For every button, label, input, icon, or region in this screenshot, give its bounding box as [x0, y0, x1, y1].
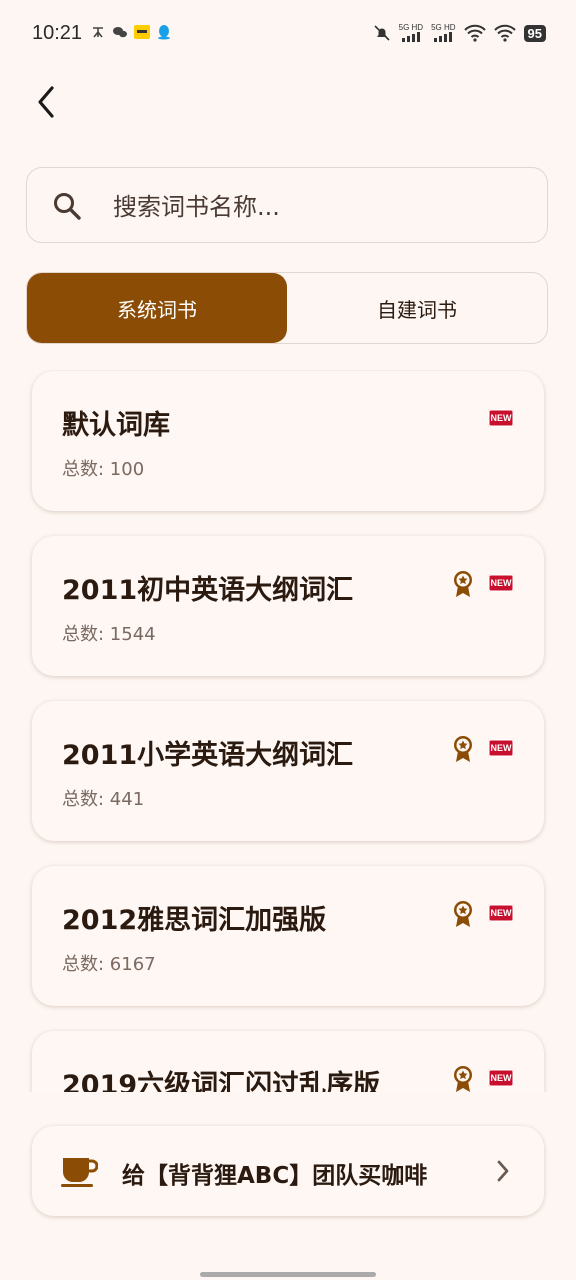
back-arrow-icon[interactable]	[28, 82, 68, 122]
status-bar: 10:21 5G HD 5G HD 95	[0, 0, 576, 70]
new-badge-icon: NEW	[488, 904, 514, 922]
signal-bars-icon	[401, 32, 420, 42]
net-label-1: 5G HD	[398, 23, 424, 32]
book-title: 2011小学英语大纲词汇	[62, 740, 354, 771]
search-box[interactable]	[26, 167, 548, 243]
battery-level: 95	[523, 24, 546, 42]
chevron-right-icon	[497, 1160, 509, 1182]
book-count: 总数: 441	[62, 789, 145, 810]
book-count: 总数: 100	[62, 459, 145, 480]
buy-coffee-button[interactable]: 给【背背狸ABC】团队买咖啡	[32, 1126, 544, 1216]
book-count: 总数: 6167	[62, 954, 156, 975]
mute-bell-icon	[374, 25, 390, 41]
signal-2: 5G HD	[431, 23, 456, 42]
book-count: 总数: 1544	[62, 624, 156, 645]
new-badge-icon: NEW	[488, 574, 514, 592]
book-type-tabs: 系统词书 自建词书	[26, 272, 548, 344]
book-title: 2011初中英语大纲词汇	[62, 575, 354, 606]
tab-custom-books[interactable]: 自建词书	[287, 273, 547, 343]
notification-icons	[90, 24, 172, 40]
tab-system-books[interactable]: 系统词书	[27, 273, 287, 343]
signal-bars-icon	[434, 32, 453, 42]
book-card[interactable]: 2011小学英语大纲词汇 总数: 441 NEW	[32, 701, 544, 841]
wifi-icon	[463, 24, 486, 42]
signal-1: 5G HD	[399, 24, 423, 42]
award-medal-icon	[454, 1066, 472, 1092]
search-icon	[54, 193, 81, 220]
tab-label: 系统词书	[117, 297, 197, 322]
award-medal-icon	[454, 736, 472, 762]
new-badge-icon: NEW	[488, 739, 514, 757]
book-list[interactable]: 默认词库 总数: 100 NEW 2011初中英语大纲词汇 总数: 1544 N…	[0, 370, 576, 1092]
book-title: 默认词库	[62, 410, 170, 441]
book-card[interactable]: 默认词库 总数: 100 NEW	[32, 371, 544, 511]
tab-label: 自建词书	[377, 297, 457, 322]
book-card[interactable]: 2012雅思词汇加强版 总数: 6167 NEW	[32, 866, 544, 1006]
buy-coffee-label: 给【背背狸ABC】团队买咖啡	[122, 1163, 428, 1189]
app-notification-icon	[93, 27, 103, 38]
net-label-2: 5G HD	[431, 23, 456, 32]
meituan-icon	[134, 25, 150, 39]
book-card[interactable]: 2011初中英语大纲词汇 总数: 1544 NEW	[32, 536, 544, 676]
book-title: 2019六级词汇闪过乱序版	[62, 1070, 381, 1092]
home-indicator[interactable]	[200, 1272, 376, 1277]
book-title: 2012雅思词汇加强版	[62, 905, 327, 936]
qq-icon	[158, 25, 170, 40]
search-input[interactable]	[111, 186, 515, 228]
award-medal-icon	[454, 571, 472, 597]
award-medal-icon	[454, 901, 472, 927]
status-time: 10:21	[32, 22, 83, 44]
new-badge-icon: NEW	[488, 409, 514, 427]
wechat-icon	[113, 27, 127, 38]
book-card[interactable]: 2019六级词汇闪过乱序版 NEW	[32, 1031, 544, 1092]
coffee-cup-icon	[61, 1158, 98, 1187]
wifi-icon	[493, 24, 516, 42]
status-indicators: 5G HD 5G HD 95	[373, 24, 546, 42]
new-badge-icon: NEW	[488, 1069, 514, 1087]
